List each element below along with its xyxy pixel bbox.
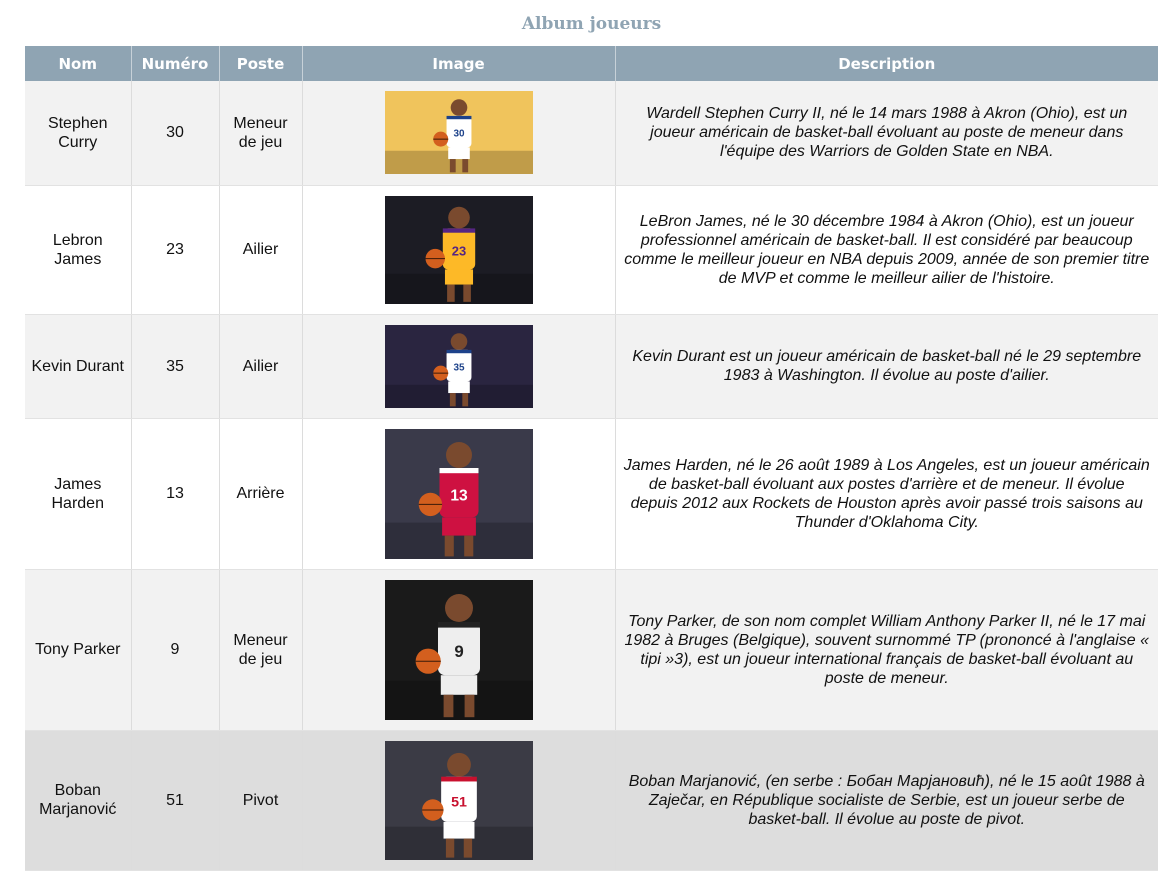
table-row: Tony Parker 9 Meneur de jeu 9 Tony Parker, d… [25,569,1158,731]
svg-text:51: 51 [451,794,467,810]
player-image-cell: 35 [302,314,616,419]
svg-text:13: 13 [450,487,468,504]
table-header-row: Nom Numéro Poste Image Description [25,46,1158,81]
header-image: Image [302,46,616,81]
svg-text:35: 35 [453,362,465,373]
svg-text:23: 23 [451,243,465,258]
boban-marjanovic-photo: 51 [384,740,533,860]
player-image-cell: 13 [302,418,616,570]
table-row: James Harden 13 Arrière 13 James Harden, né … [25,418,1158,570]
player-description: James Harden, né le 26 août 1989 à Los A… [615,418,1158,570]
player-image-cell: 30 [302,81,616,186]
player-name: Kevin Durant [25,314,132,419]
table-row: Stephen Curry 30 Meneur de jeu 30 Wardell St… [25,81,1158,186]
player-position: Meneur de jeu [219,569,303,731]
svg-text:30: 30 [453,129,465,140]
player-description: Tony Parker, de son nom complet William … [615,569,1158,731]
svg-text:9: 9 [454,642,463,661]
player-position: Arrière [219,418,303,570]
player-position: Ailier [219,185,303,315]
player-name: Boban Marjanović [25,730,132,871]
player-position: Ailier [219,314,303,419]
table-row: Boban Marjanović 51 Pivot 51 Boban Marjanovi… [25,730,1158,871]
player-position: Meneur de jeu [219,81,303,186]
player-number: 23 [131,185,220,315]
player-image-cell: 9 [302,569,616,731]
header-poste: Poste [219,46,303,81]
player-number: 35 [131,314,220,419]
header-description: Description [615,46,1158,81]
lebron-james-photo: 23 [384,195,533,304]
header-nom: Nom [25,46,132,81]
table-caption: Album joueurs [521,14,662,34]
player-name: Stephen Curry [25,81,132,186]
players-table: Nom Numéro Poste Image Description Steph… [25,46,1158,871]
player-image-cell: 23 [302,185,616,315]
player-number: 30 [131,81,220,186]
player-description: LeBron James, né le 30 décembre 1984 à A… [615,185,1158,315]
player-position: Pivot [219,730,303,871]
tony-parker-photo: 9 [384,579,533,720]
kevin-durant-photo: 35 [384,324,533,408]
player-image-cell: 51 [302,730,616,871]
table-row: Lebron James 23 Ailier 23 LeBron James, né l… [25,185,1158,315]
player-name: Lebron James [25,185,132,315]
player-number: 51 [131,730,220,871]
player-description: Boban Marjanović, (en serbe : Бобан Марј… [615,730,1158,871]
player-description: Kevin Durant est un joueur américain de … [615,314,1158,419]
james-harden-photo: 13 [384,428,533,559]
player-number: 13 [131,418,220,570]
player-name: James Harden [25,418,132,570]
player-name: Tony Parker [25,569,132,731]
header-numero: Numéro [131,46,220,81]
player-description: Wardell Stephen Curry II, né le 14 mars … [615,81,1158,186]
stephen-curry-photo: 30 [384,91,533,175]
player-number: 9 [131,569,220,731]
table-row: Kevin Durant 35 Ailier 35 Kevin Durant est u… [25,314,1158,419]
